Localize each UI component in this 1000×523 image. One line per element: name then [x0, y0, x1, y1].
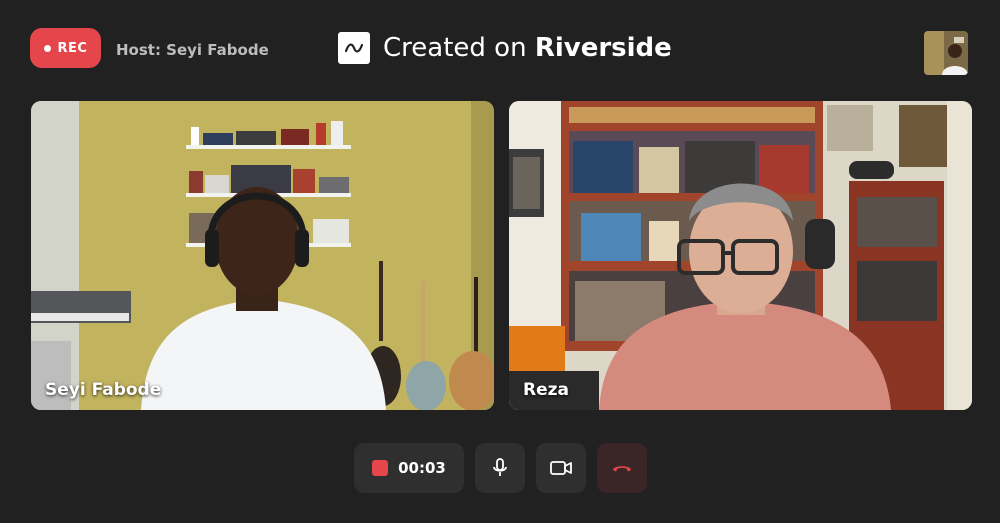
camera-icon — [550, 461, 572, 475]
rec-label: REC — [57, 40, 88, 56]
video-feed-reza — [509, 101, 972, 410]
microphone-icon — [493, 458, 507, 476]
participant-name: Reza — [523, 380, 569, 400]
end-call-icon — [613, 466, 631, 472]
participant-tile-reza[interactable]: Reza — [509, 101, 972, 410]
end-call-button[interactable] — [597, 443, 647, 493]
participant-tile-seyi[interactable]: Seyi Fabode — [31, 101, 494, 410]
self-view-thumbnail[interactable] — [924, 31, 968, 75]
microphone-button[interactable] — [475, 443, 525, 493]
stop-recording-icon — [372, 460, 389, 476]
recording-timer: 00:03 — [398, 459, 446, 477]
participant-name: Seyi Fabode — [45, 380, 162, 400]
camera-button[interactable] — [536, 443, 586, 493]
rec-button[interactable]: REC — [30, 28, 101, 68]
call-controls: 00:03 — [354, 443, 647, 493]
brand-header: Created on Riverside — [338, 30, 672, 66]
brand-name: Riverside — [534, 33, 672, 63]
riverside-wave-icon — [338, 32, 370, 64]
brand-prefix: Created on — [383, 33, 527, 63]
host-label: Host: Seyi Fabode — [116, 41, 269, 59]
record-dot-icon — [43, 44, 51, 52]
video-feed-seyi — [31, 101, 494, 410]
stop-recording-button[interactable]: 00:03 — [354, 443, 464, 493]
